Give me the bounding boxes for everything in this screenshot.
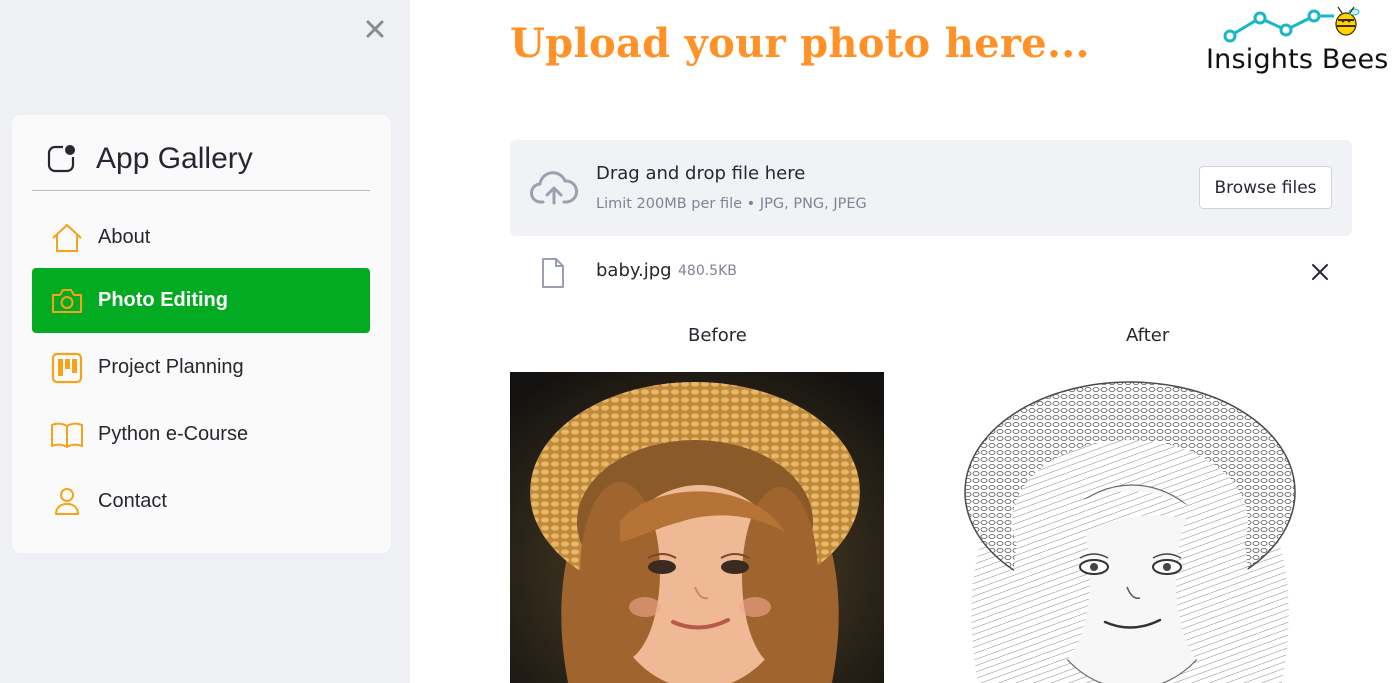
sidebar-item-photo-editing[interactable]: Photo Editing — [32, 268, 370, 333]
cloud-upload-icon — [530, 170, 579, 206]
remove-file-icon[interactable] — [1308, 260, 1332, 284]
dropzone-label: Drag and drop file here — [596, 163, 806, 184]
sidebar-item-contact[interactable]: Contact — [32, 469, 370, 534]
line-chart-logo-icon — [1223, 6, 1360, 43]
before-image — [510, 372, 884, 683]
file-size: 480.5KB — [678, 263, 737, 279]
uploaded-file: baby.jpg 480.5KB — [510, 248, 1352, 298]
menu-header: App Gallery — [32, 133, 370, 191]
brand-text: Insights Bees — [1206, 44, 1389, 75]
app-indicator-icon — [46, 144, 76, 174]
after-image — [940, 372, 1314, 683]
file-dropzone[interactable]: Drag and drop file here Limit 200MB per … — [510, 140, 1352, 236]
page-title: Upload your photo here... — [510, 20, 1090, 67]
kanban-icon — [50, 351, 84, 385]
close-icon[interactable] — [362, 16, 388, 42]
camera-icon — [50, 284, 84, 318]
sidebar-item-label: Project Planning — [98, 356, 244, 378]
sidebar-item-python-ecourse[interactable]: Python e-Course — [32, 402, 370, 467]
person-icon — [50, 485, 84, 519]
book-icon — [50, 418, 84, 452]
brand-logo: Insights Bees — [1204, 4, 1388, 76]
bee-icon — [1335, 6, 1360, 36]
sidebar-item-label: Python e-Course — [98, 423, 249, 445]
sidebar-item-label: About — [98, 226, 151, 248]
sidebar: App Gallery About Photo Editing Project … — [0, 0, 410, 683]
sidebar-item-label: Photo Editing — [98, 289, 228, 311]
after-caption: After — [1126, 325, 1170, 346]
sidebar-item-label: Contact — [98, 490, 167, 512]
file-name: baby.jpg — [596, 260, 672, 281]
before-caption: Before — [688, 325, 747, 346]
sidebar-item-about[interactable]: About — [32, 205, 370, 270]
dropzone-limit: Limit 200MB per file • JPG, PNG, JPEG — [596, 196, 867, 212]
file-icon — [540, 257, 566, 289]
option-menu: App Gallery About Photo Editing Project … — [12, 115, 391, 553]
browse-files-button[interactable]: Browse files — [1199, 166, 1332, 209]
house-icon — [50, 221, 84, 255]
sidebar-item-project-planning[interactable]: Project Planning — [32, 335, 370, 400]
menu-title: App Gallery — [96, 141, 253, 175]
